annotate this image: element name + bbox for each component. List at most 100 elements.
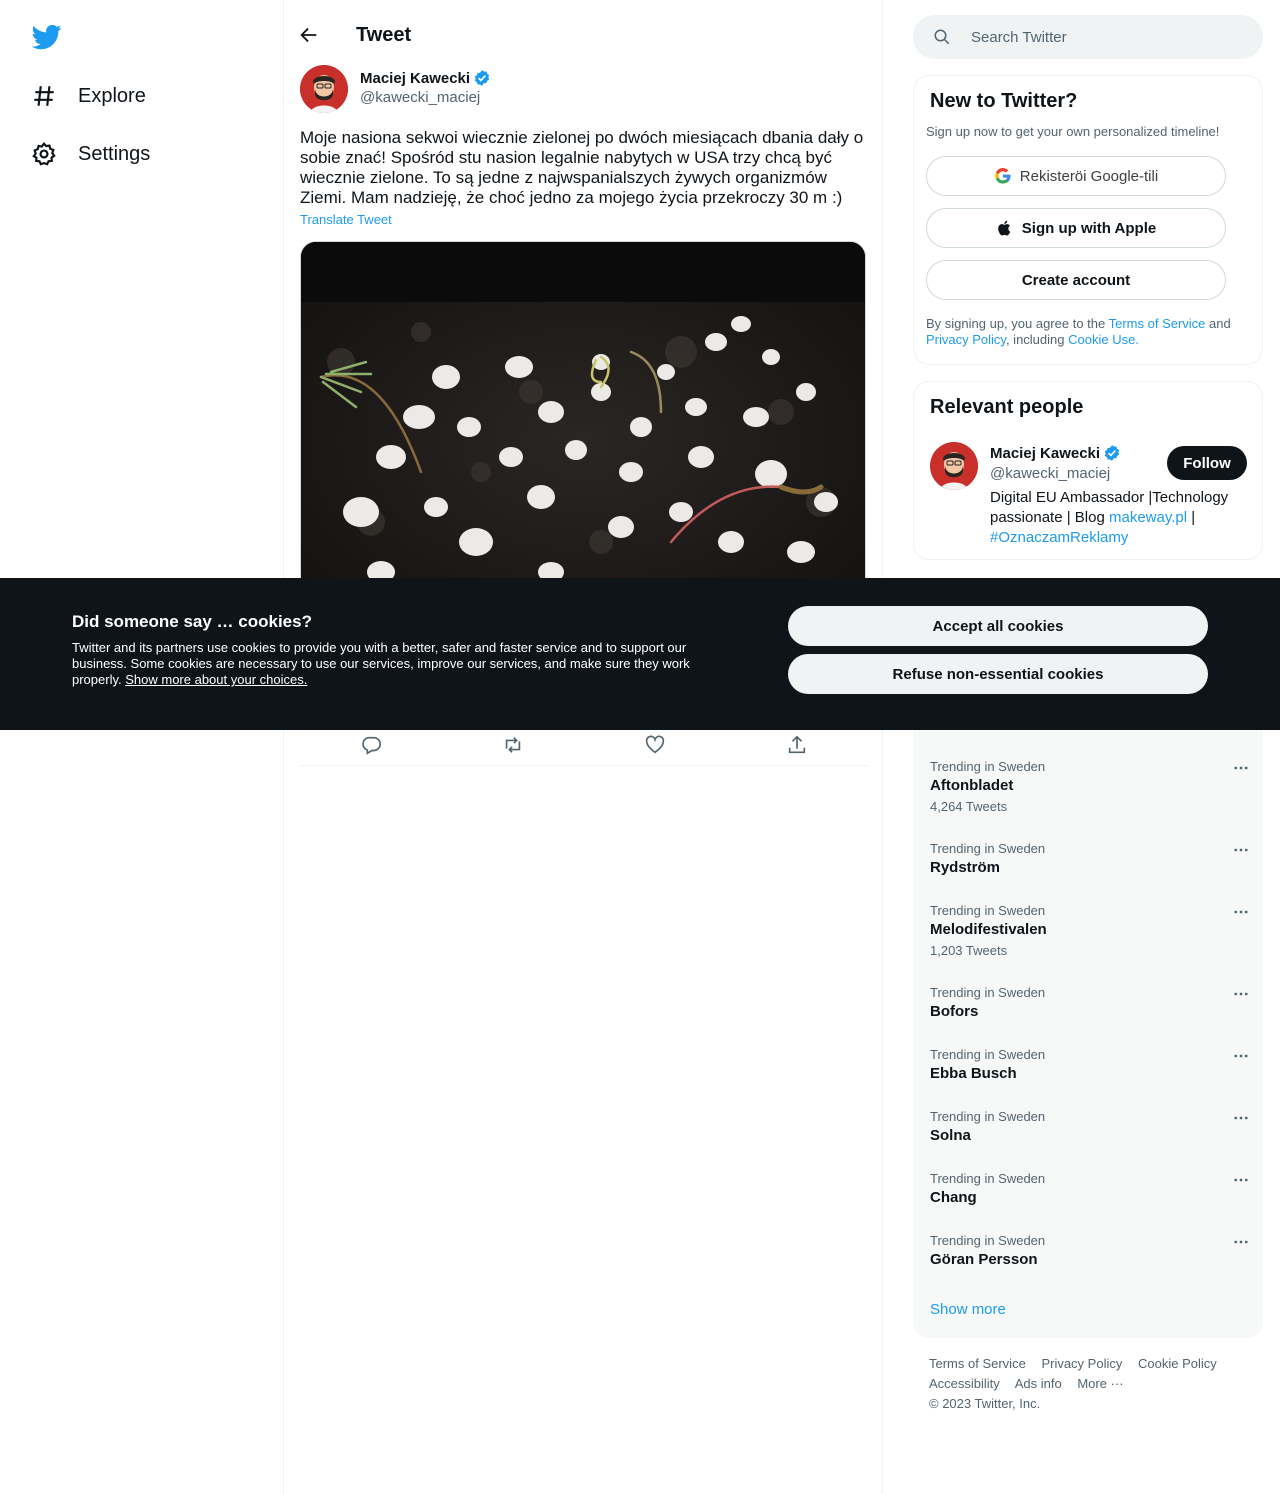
nav-explore[interactable]: Explore <box>30 76 146 116</box>
accept-cookies-button[interactable]: Accept all cookies <box>788 606 1208 646</box>
trend-name: Aftonbladet <box>930 777 1014 794</box>
nav-settings[interactable]: Settings <box>30 134 150 174</box>
refuse-cookies-button[interactable]: Refuse non-essential cookies <box>788 654 1208 694</box>
trend-item[interactable]: Trending in Sweden Chang <box>930 1171 1250 1206</box>
person-handle: @kawecki_maciej <box>990 465 1111 482</box>
google-icon <box>994 167 1011 184</box>
trend-context: Trending in Sweden <box>930 1047 1046 1062</box>
more-dots-icon[interactable] <box>1232 759 1250 777</box>
cookie-choices-link[interactable]: Show more about your choices. <box>125 672 307 687</box>
search-box[interactable] <box>913 15 1263 59</box>
avatar[interactable] <box>300 65 348 113</box>
trend-item[interactable]: Trending in Sweden Göran Persson <box>930 1233 1250 1268</box>
create-account-button[interactable]: Create account <box>926 260 1226 300</box>
tweet-photo[interactable] <box>300 241 866 601</box>
search-input[interactable] <box>971 28 1231 46</box>
bio-separator: | <box>1187 509 1196 526</box>
more-dots-icon[interactable] <box>1232 1233 1250 1251</box>
person-name-row[interactable]: Maciej Kawecki <box>990 444 1121 462</box>
google-signup-button[interactable]: Rekisteröi Google-tili <box>926 156 1226 196</box>
left-navigation: Explore Settings <box>0 0 284 1494</box>
show-more-link[interactable]: Show more <box>930 1301 1006 1318</box>
more-dots-icon[interactable] <box>1232 841 1250 859</box>
hashtag-icon <box>30 82 58 110</box>
terms-link[interactable]: Terms of Service <box>1109 316 1206 331</box>
trend-item[interactable]: Trending in Sweden Solna <box>930 1109 1250 1144</box>
trend-item[interactable]: Trending in Sweden Bofors <box>930 985 1250 1020</box>
author-handle: @kawecki_maciej <box>360 89 481 106</box>
trend-name: Chang <box>930 1189 977 1206</box>
trend-name: Solna <box>930 1127 971 1144</box>
follow-button[interactable]: Follow <box>1167 446 1247 480</box>
footer-cookie-link[interactable]: Cookie Policy <box>1138 1356 1217 1371</box>
verified-badge-icon <box>1104 445 1120 461</box>
trend-context: Trending in Sweden <box>930 1233 1046 1248</box>
legal-and: and <box>1205 316 1231 331</box>
create-account-label: Create account <box>1021 271 1131 289</box>
more-dots-icon[interactable] <box>1232 1109 1250 1127</box>
privacy-link[interactable]: Privacy Policy <box>926 332 1006 347</box>
cookie-use-link[interactable]: Cookie Use. <box>1068 332 1139 347</box>
tweet-author: Maciej Kawecki @kawecki_maciej <box>300 64 860 114</box>
trend-context: Trending in Sweden <box>930 903 1046 918</box>
cookie-banner: Did someone say … cookies? Twitter and i… <box>0 578 1280 730</box>
signup-card: New to Twitter? Sign up now to get your … <box>913 75 1263 365</box>
signup-legal-text: By signing up, you agree to the Terms of… <box>926 316 1246 348</box>
footer-ads-link[interactable]: Ads info <box>1015 1376 1062 1391</box>
like-icon[interactable] <box>644 734 666 756</box>
footer-terms-link[interactable]: Terms of Service <box>929 1356 1026 1371</box>
trend-name: Rydström <box>930 859 1001 876</box>
relevant-people-title: Relevant people <box>930 396 1084 418</box>
trend-context: Trending in Sweden <box>930 1109 1046 1124</box>
bio-link[interactable]: makeway.pl <box>1109 509 1187 526</box>
footer-accessibility-link[interactable]: Accessibility <box>929 1376 1000 1391</box>
gear-icon <box>30 140 58 168</box>
person-bio: Digital EU Ambassador |Technology passio… <box>990 488 1248 548</box>
more-dots-icon[interactable] <box>1232 985 1250 1003</box>
cookie-title: Did someone say … cookies? <box>72 612 312 631</box>
twitter-bird-icon[interactable] <box>30 22 64 52</box>
trend-item[interactable]: Trending in Sweden Ebba Busch <box>930 1047 1250 1082</box>
reply-icon[interactable] <box>360 734 382 756</box>
nav-explore-label: Explore <box>78 84 146 107</box>
apple-signup-button[interactable]: Sign up with Apple <box>926 208 1226 248</box>
trend-item[interactable]: Trending in Sweden Melodifestivalen 1,20… <box>930 903 1250 958</box>
trend-name: Melodifestivalen <box>930 921 1047 938</box>
tweet-text: Moje nasiona sekwoi wiecznie zielonej po… <box>300 128 864 207</box>
footer-more-link[interactable]: More ··· <box>1077 1376 1123 1391</box>
verified-badge-icon <box>474 70 490 86</box>
tweet-actions <box>300 724 868 766</box>
trend-item[interactable]: Trending in Sweden Aftonbladet 4,264 Twe… <box>930 759 1250 814</box>
trend-count: 4,264 Tweets <box>930 799 1008 814</box>
trend-context: Trending in Sweden <box>930 841 1046 856</box>
author-name[interactable]: Maciej Kawecki <box>360 70 470 87</box>
trend-item[interactable]: Trending in Sweden Rydström <box>930 841 1250 876</box>
copyright: © 2023 Twitter, Inc. <box>929 1396 1041 1411</box>
cookie-text: Twitter and its partners use cookies to … <box>72 640 712 688</box>
trend-name: Bofors <box>930 1003 979 1020</box>
retweet-icon[interactable] <box>502 734 524 756</box>
bio-hashtag-link[interactable]: #OznaczamReklamy <box>990 529 1128 546</box>
more-dots-icon[interactable] <box>1232 1047 1250 1065</box>
person-name[interactable]: Maciej Kawecki <box>990 445 1100 462</box>
avatar[interactable] <box>930 442 978 490</box>
search-icon <box>934 29 950 45</box>
relevant-people-card: Relevant people Maciej Kawecki @kawecki_… <box>913 381 1263 560</box>
trend-context: Trending in Sweden <box>930 1171 1046 1186</box>
translate-tweet-link[interactable]: Translate Tweet <box>300 212 392 227</box>
main-column: Tweet Maciej Kawecki @kawecki_maciej Moj… <box>283 0 883 1494</box>
nav-settings-label: Settings <box>78 142 151 165</box>
signup-title: New to Twitter? <box>930 90 1078 112</box>
trend-name: Göran Persson <box>930 1251 1038 1268</box>
author-name-row[interactable]: Maciej Kawecki <box>360 69 491 87</box>
trend-context: Trending in Sweden <box>930 985 1046 1000</box>
back-arrow-icon[interactable] <box>298 24 322 48</box>
more-dots-icon[interactable] <box>1232 903 1250 921</box>
share-icon[interactable] <box>786 734 808 756</box>
more-dots-icon[interactable] <box>1232 1171 1250 1189</box>
footer-privacy-link[interactable]: Privacy Policy <box>1041 1356 1122 1371</box>
apple-icon <box>997 220 1010 236</box>
footer: Terms of Service Privacy Policy Cookie P… <box>929 1354 1249 1414</box>
legal-prefix: By signing up, you agree to the <box>926 316 1109 331</box>
tweet-header: Tweet <box>284 0 884 72</box>
